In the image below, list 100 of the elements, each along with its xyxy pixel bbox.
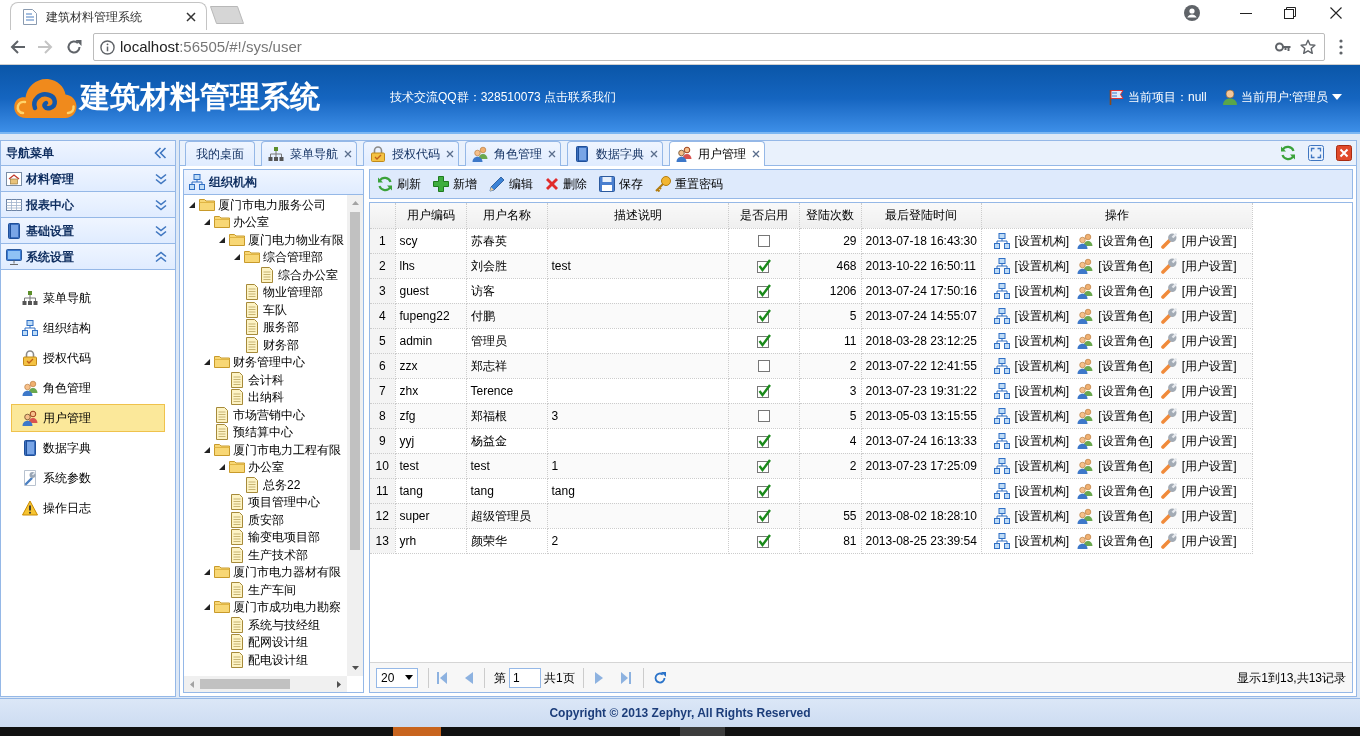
checkbox[interactable] bbox=[756, 333, 771, 348]
checkbox[interactable] bbox=[756, 283, 771, 298]
expanded-toggle-icon[interactable] bbox=[219, 236, 225, 243]
menu-icon[interactable] bbox=[1339, 39, 1343, 55]
checkbox[interactable] bbox=[756, 533, 771, 548]
action-link[interactable]: [用户设置] bbox=[1160, 256, 1237, 275]
action-link[interactable]: [设置机构] bbox=[993, 356, 1070, 375]
address-field[interactable]: localhost:56505/#!/sys/user bbox=[93, 33, 1325, 61]
scroll-down-icon[interactable] bbox=[351, 666, 359, 670]
tree-node[interactable]: 办公室 bbox=[248, 458, 284, 477]
tree-node[interactable]: 车队 bbox=[263, 300, 287, 319]
nav-item[interactable]: 菜单导航 bbox=[11, 284, 165, 312]
checkbox[interactable] bbox=[756, 383, 771, 398]
action-link[interactable]: [设置机构] bbox=[993, 331, 1070, 350]
action-link[interactable]: [设置角色] bbox=[1077, 231, 1153, 250]
tree-node[interactable]: 配电设计组 bbox=[248, 650, 308, 669]
tree-node[interactable]: 配网设计组 bbox=[248, 633, 308, 652]
tree-node[interactable]: 综合办公室 bbox=[278, 265, 338, 284]
action-link[interactable]: [用户设置] bbox=[1160, 481, 1237, 500]
tree-node[interactable]: 系统与技经组 bbox=[248, 615, 320, 634]
expanded-toggle-icon[interactable] bbox=[204, 604, 210, 611]
checkbox[interactable] bbox=[756, 508, 771, 523]
tree-node[interactable]: 项目管理中心 bbox=[248, 493, 320, 512]
nav-item[interactable]: 操作日志 bbox=[11, 494, 165, 522]
checkbox[interactable] bbox=[756, 308, 771, 323]
action-link[interactable]: [设置角色] bbox=[1077, 406, 1153, 425]
action-link[interactable]: [用户设置] bbox=[1160, 456, 1237, 475]
expanded-toggle-icon[interactable] bbox=[219, 464, 225, 471]
tree-node[interactable]: 服务部 bbox=[263, 318, 299, 337]
page-input[interactable]: 1 bbox=[509, 667, 541, 688]
tree-node[interactable]: 厦门市电力工程有限 bbox=[233, 440, 341, 459]
tree-node[interactable]: 财务部 bbox=[263, 335, 299, 354]
accordion-header[interactable]: 基础设置 bbox=[1, 218, 175, 244]
tree-node[interactable]: 物业管理部 bbox=[263, 283, 323, 302]
account-icon[interactable] bbox=[1184, 5, 1200, 21]
tab[interactable]: 我的桌面 bbox=[185, 141, 255, 166]
delete-button[interactable]: 删除 bbox=[541, 172, 591, 196]
tab[interactable]: 授权代码 bbox=[363, 141, 459, 166]
action-link[interactable]: [设置机构] bbox=[993, 406, 1070, 425]
reload-icon[interactable] bbox=[66, 39, 82, 55]
refresh-button[interactable]: 刷新 bbox=[373, 172, 425, 196]
nav-item[interactable]: 角色管理 bbox=[11, 374, 165, 402]
nav-item[interactable]: 数据字典 bbox=[11, 434, 165, 462]
action-link[interactable]: [用户设置] bbox=[1160, 306, 1237, 325]
contact-link[interactable]: 技术交流QQ群：328510073 点击联系我们 bbox=[390, 88, 617, 106]
close-icon[interactable] bbox=[186, 11, 196, 22]
action-link[interactable]: [设置角色] bbox=[1077, 256, 1153, 275]
double-chevron-down-icon[interactable] bbox=[155, 172, 167, 185]
column-header[interactable]: 操作 bbox=[981, 203, 1252, 228]
fullscreen-icon[interactable] bbox=[1308, 145, 1324, 161]
accordion-header[interactable]: 报表中心 bbox=[1, 192, 175, 218]
tree-node[interactable]: 厦门市电力服务公司 bbox=[218, 195, 326, 214]
nav-item[interactable]: 授权代码 bbox=[11, 344, 165, 372]
expanded-toggle-icon[interactable] bbox=[204, 446, 210, 453]
action-link[interactable]: [设置机构] bbox=[993, 381, 1070, 400]
expanded-toggle-icon[interactable] bbox=[234, 254, 240, 261]
action-link[interactable]: [设置机构] bbox=[993, 531, 1070, 550]
tree-node[interactable]: 会计科 bbox=[248, 370, 284, 389]
action-link[interactable]: [用户设置] bbox=[1160, 406, 1237, 425]
tree-node[interactable]: 厦门市成功电力勘察 bbox=[233, 598, 341, 617]
nav-item[interactable]: 系统参数 bbox=[11, 464, 165, 492]
checkbox[interactable] bbox=[757, 409, 770, 422]
action-link[interactable]: [设置角色] bbox=[1077, 331, 1153, 350]
nav-item[interactable]: 组织结构 bbox=[11, 314, 165, 342]
collapse-icon[interactable] bbox=[154, 147, 167, 159]
action-link[interactable]: [用户设置] bbox=[1160, 381, 1237, 400]
save-button[interactable]: 保存 bbox=[595, 172, 647, 196]
tree-node[interactable]: 综合管理部 bbox=[263, 248, 323, 267]
action-link[interactable]: [设置机构] bbox=[993, 456, 1070, 475]
tree-node[interactable]: 市场营销中心 bbox=[233, 405, 305, 424]
minimize-icon[interactable] bbox=[1240, 12, 1252, 14]
close-icon[interactable] bbox=[1336, 145, 1352, 161]
add-button[interactable]: 新增 bbox=[429, 172, 481, 196]
expanded-toggle-icon[interactable] bbox=[189, 201, 195, 208]
vertical-scrollbar[interactable] bbox=[347, 195, 363, 676]
tree-node[interactable]: 生产车间 bbox=[248, 580, 296, 599]
tree-node[interactable]: 生产技术部 bbox=[248, 545, 308, 564]
expanded-toggle-icon[interactable] bbox=[204, 359, 210, 366]
action-link[interactable]: [设置角色] bbox=[1077, 456, 1153, 475]
refresh-icon[interactable] bbox=[1280, 145, 1296, 161]
user-menu[interactable]: 当前用户:管理员 bbox=[1240, 88, 1342, 106]
column-header[interactable]: 最后登陆时间 bbox=[861, 203, 981, 228]
tree-node[interactable]: 厦门电力物业有限 bbox=[248, 230, 344, 249]
tree-node[interactable]: 预结算中心 bbox=[233, 423, 293, 442]
expanded-toggle-icon[interactable] bbox=[204, 569, 210, 576]
tab[interactable]: 数据字典 bbox=[567, 141, 663, 166]
tree-node[interactable]: 办公室 bbox=[233, 213, 269, 232]
close-icon[interactable] bbox=[1330, 7, 1342, 19]
checkbox[interactable] bbox=[756, 433, 771, 448]
column-header[interactable]: 描述说明 bbox=[547, 203, 728, 228]
star-icon[interactable] bbox=[1300, 39, 1316, 55]
back-icon[interactable] bbox=[10, 39, 26, 55]
column-header[interactable]: 用户名称 bbox=[466, 203, 547, 228]
action-link[interactable]: [设置机构] bbox=[993, 431, 1070, 450]
checkbox[interactable] bbox=[757, 234, 770, 247]
action-link[interactable]: [设置机构] bbox=[993, 306, 1070, 325]
action-link[interactable]: [用户设置] bbox=[1160, 531, 1237, 550]
tree-node[interactable]: 财务管理中心 bbox=[233, 353, 305, 372]
horizontal-scrollbar[interactable] bbox=[184, 676, 347, 692]
scroll-right-icon[interactable] bbox=[337, 680, 341, 688]
